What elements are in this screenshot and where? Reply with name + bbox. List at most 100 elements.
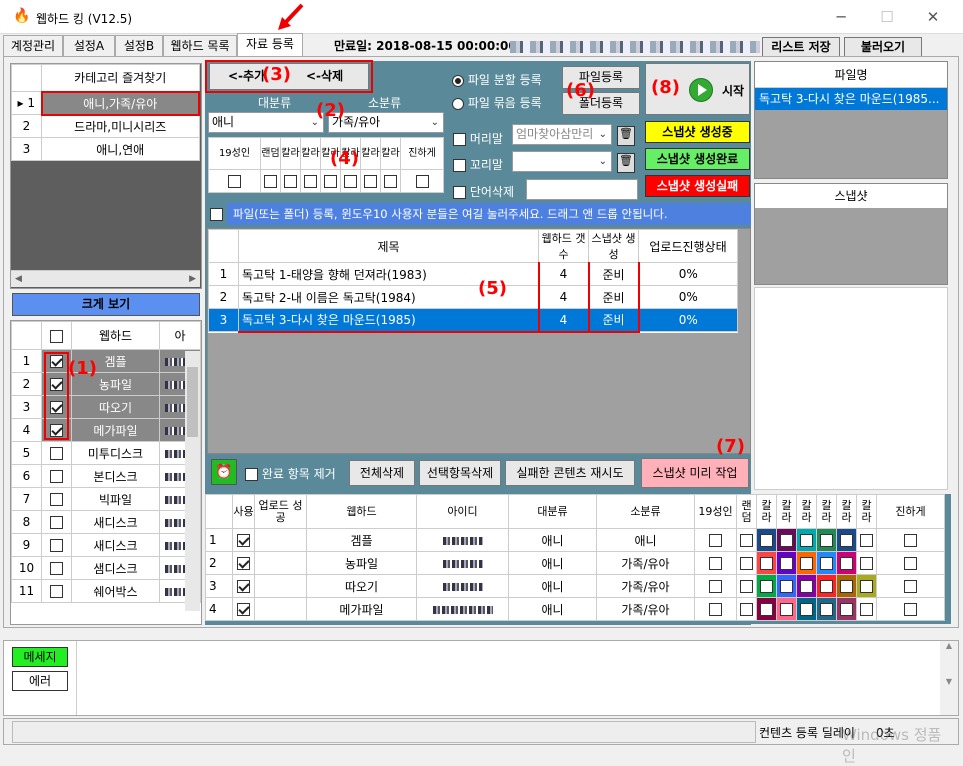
- tab-setting-a[interactable]: 설정A: [63, 35, 115, 57]
- minor-category-select[interactable]: 가족/유아 ⌄: [328, 112, 444, 133]
- color-swatch[interactable]: [840, 557, 853, 570]
- color-swatch[interactable]: [860, 580, 873, 593]
- table-row[interactable]: 4 메가파일 애니 가족/유아: [205, 597, 945, 621]
- close-button[interactable]: ✕: [910, 0, 956, 34]
- table-row[interactable]: 5 미투디스크: [11, 441, 201, 465]
- color-swatch[interactable]: [820, 534, 833, 547]
- bundle-register-radio[interactable]: [452, 97, 464, 110]
- save-list-button[interactable]: 리스트 저장: [762, 37, 840, 58]
- color-swatch[interactable]: [860, 603, 873, 616]
- list-item[interactable]: 드라마,미니시리즈: [41, 114, 200, 138]
- flag-checkbox[interactable]: [324, 175, 337, 188]
- suffix-select[interactable]: ⌄: [512, 151, 612, 172]
- color-swatch[interactable]: [840, 580, 853, 593]
- tab-webhard-list[interactable]: 웹하드 목록: [163, 35, 237, 57]
- table-row[interactable]: 1 겜플: [11, 349, 201, 373]
- remove-done-checkbox[interactable]: [245, 468, 258, 481]
- random-checkbox[interactable]: [740, 534, 753, 547]
- major-category-select[interactable]: 애니 ⌄: [208, 112, 324, 133]
- adult-checkbox[interactable]: [709, 580, 722, 593]
- suffix-checkbox[interactable]: [453, 159, 466, 172]
- word-delete-input[interactable]: [526, 179, 638, 200]
- table-row[interactable]: 8 새디스크: [11, 510, 201, 534]
- favorites-scrollbar[interactable]: ◀ ▶: [11, 270, 200, 287]
- webhard-scrollbar[interactable]: [185, 351, 200, 611]
- table-row[interactable]: 11 쉐어박스: [11, 579, 201, 603]
- webhard-checkbox[interactable]: [50, 562, 63, 575]
- list-item[interactable]: 애니,연애: [41, 137, 200, 161]
- table-row[interactable]: 3 따오기 애니 가족/유아: [205, 574, 945, 598]
- tab-account[interactable]: 계정관리: [3, 35, 63, 57]
- adult-checkbox[interactable]: [709, 557, 722, 570]
- color-swatch[interactable]: [760, 534, 773, 547]
- table-row[interactable]: 4 메가파일: [11, 418, 201, 442]
- color-swatch[interactable]: [800, 557, 813, 570]
- bold-checkbox[interactable]: [904, 557, 917, 570]
- table-row[interactable]: ▸ 1 애니,가족/유아: [11, 90, 200, 116]
- big-view-button[interactable]: 크게 보기: [12, 293, 200, 316]
- minimize-button[interactable]: ─: [818, 0, 864, 34]
- flag-checkbox[interactable]: [415, 175, 429, 188]
- use-checkbox[interactable]: [237, 534, 250, 547]
- delete-selected-button[interactable]: 선택항목삭제: [419, 460, 501, 486]
- flag-checkbox[interactable]: [284, 175, 297, 188]
- table-row[interactable]: 3 따오기: [11, 395, 201, 419]
- color-swatch[interactable]: [840, 603, 853, 616]
- bold-checkbox[interactable]: [904, 580, 917, 593]
- bold-checkbox[interactable]: [904, 603, 917, 616]
- color-swatch[interactable]: [780, 557, 793, 570]
- color-swatch[interactable]: [840, 534, 853, 547]
- random-checkbox[interactable]: [740, 557, 753, 570]
- select-all-checkbox[interactable]: [50, 329, 63, 343]
- load-button[interactable]: 불러오기: [844, 37, 922, 58]
- notice-checkbox[interactable]: [210, 208, 223, 221]
- bold-checkbox[interactable]: [904, 534, 917, 547]
- retry-failed-button[interactable]: 실패한 콘텐츠 재시도: [505, 460, 635, 486]
- word-delete-checkbox[interactable]: [453, 186, 466, 199]
- use-checkbox[interactable]: [237, 557, 250, 570]
- color-swatch[interactable]: [760, 557, 773, 570]
- color-swatch[interactable]: [800, 580, 813, 593]
- table-row[interactable]: 2 독고탁 2-내 이름은 독고탁(1984) 4 준비 0%: [208, 285, 738, 309]
- table-row[interactable]: 1 독고탁 1-태양을 향해 던져라(1983) 4 준비 0%: [208, 262, 738, 286]
- color-swatch[interactable]: [760, 603, 773, 616]
- table-row[interactable]: 2 농파일 애니 가족/유아: [205, 551, 945, 575]
- color-swatch[interactable]: [800, 534, 813, 547]
- flag-checkbox[interactable]: [364, 175, 377, 188]
- webhard-checkbox[interactable]: [50, 539, 63, 552]
- flag-checkbox[interactable]: [228, 175, 241, 188]
- tab-data-register[interactable]: 자료 등록: [237, 33, 303, 57]
- random-checkbox[interactable]: [740, 603, 753, 616]
- table-row[interactable]: 7 빅파일: [11, 487, 201, 511]
- table-row[interactable]: 2 농파일: [11, 372, 201, 396]
- webhard-checkbox[interactable]: [50, 470, 63, 483]
- table-row[interactable]: 2 드라마,미니시리즈: [11, 114, 200, 138]
- table-row[interactable]: 9 새디스크: [11, 533, 201, 557]
- flag-checkbox[interactable]: [264, 175, 277, 188]
- webhard-checkbox[interactable]: [50, 493, 63, 506]
- color-swatch[interactable]: [860, 557, 873, 570]
- adult-checkbox[interactable]: [709, 534, 722, 547]
- table-row[interactable]: 3 애니,연애: [11, 137, 200, 161]
- tab-setting-b[interactable]: 설정B: [115, 35, 163, 57]
- color-swatch[interactable]: [780, 580, 793, 593]
- color-swatch[interactable]: [800, 603, 813, 616]
- use-checkbox[interactable]: [237, 580, 250, 593]
- message-tab[interactable]: 메세지: [12, 647, 68, 667]
- color-swatch[interactable]: [760, 580, 773, 593]
- flag-checkbox[interactable]: [304, 175, 317, 188]
- table-row[interactable]: 1 겜플 애니 애니: [205, 528, 945, 552]
- maximize-button[interactable]: ☐: [864, 0, 910, 34]
- error-tab[interactable]: 에러: [12, 671, 68, 691]
- color-swatch[interactable]: [820, 603, 833, 616]
- color-swatch[interactable]: [820, 557, 833, 570]
- table-row[interactable]: 6 본디스크: [11, 464, 201, 488]
- use-checkbox[interactable]: [237, 603, 250, 616]
- delete-all-button[interactable]: 전체삭제: [349, 460, 415, 486]
- color-swatch[interactable]: [780, 603, 793, 616]
- split-register-radio[interactable]: [452, 74, 464, 87]
- prefix-checkbox[interactable]: [453, 133, 466, 146]
- win10-register-notice[interactable]: 파일(또는 폴더) 등록, 윈도우10 사용자 분들은 여길 눌러주세요. 드래…: [227, 203, 751, 225]
- trash-icon[interactable]: 🗑: [617, 126, 635, 146]
- color-swatch[interactable]: [860, 534, 873, 547]
